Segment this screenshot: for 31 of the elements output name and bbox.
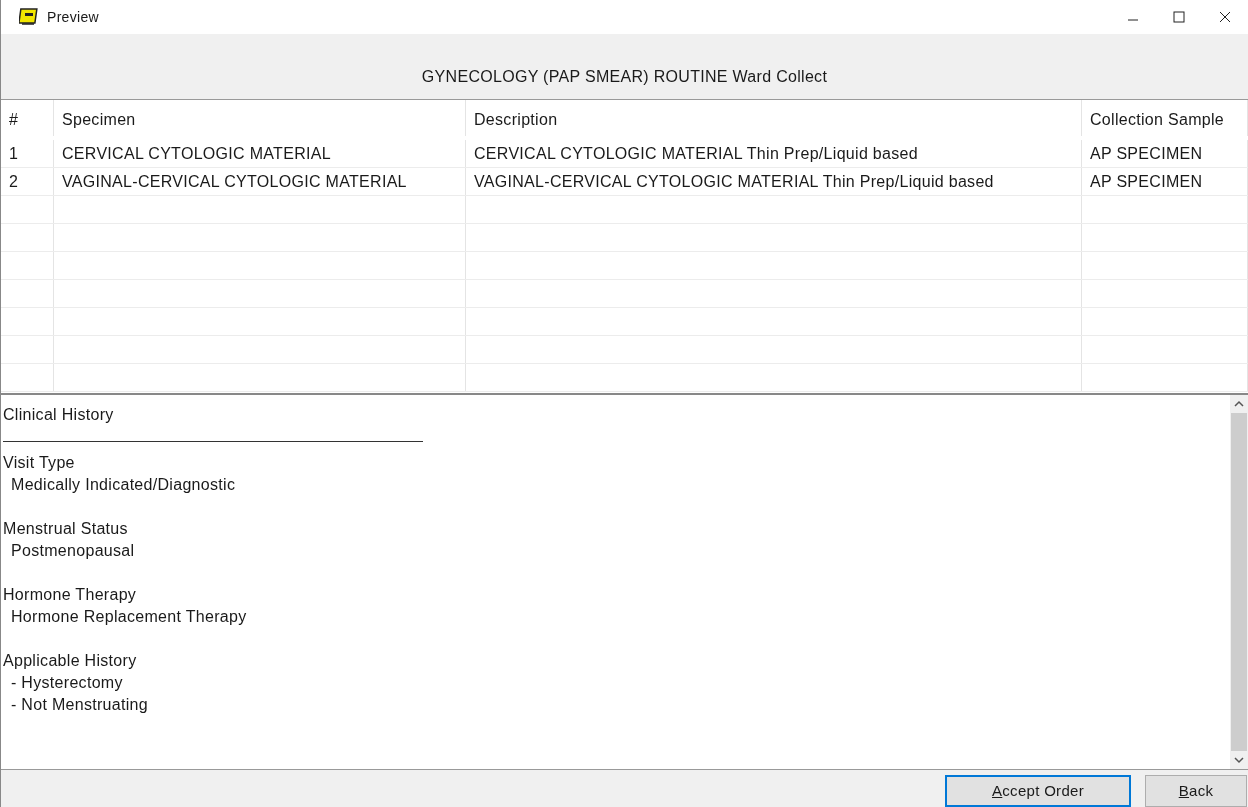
table-cell-text: CERVICAL CYTOLOGIC MATERIAL	[62, 143, 331, 164]
history-value: Medically Indicated/Diagnostic	[10, 475, 236, 495]
close-icon	[1219, 11, 1231, 23]
table-cell-text: CERVICAL CYTOLOGIC MATERIAL Thin Prep/Liquid based	[474, 143, 918, 164]
table-cell-text: AP SPECIMEN	[1090, 171, 1203, 192]
history-heading: Menstrual Status	[3, 519, 128, 539]
history-heading: Visit Type	[3, 453, 75, 473]
history-heading: Hormone Therapy	[3, 585, 137, 605]
table-cell-text: 2	[9, 171, 19, 192]
table-cell-text: 1	[9, 143, 19, 164]
table-cell-text: AP SPECIMEN	[1090, 143, 1203, 164]
scrollbar[interactable]	[1230, 395, 1248, 769]
header-banner: GYNECOLOGY (PAP SMEAR) ROUTINE Ward Collect	[1, 34, 1248, 100]
history-heading: Applicable History	[3, 651, 137, 671]
back-button[interactable]: Back	[1145, 775, 1247, 807]
minimize-icon	[1127, 19, 1139, 21]
history-value: Postmenopausal	[10, 541, 135, 561]
section-title: Clinical History	[3, 405, 114, 425]
column-header: Description	[474, 110, 558, 130]
history-value: Hormone Replacement Therapy	[10, 607, 247, 627]
history-value: - Not Menstruating	[10, 695, 148, 715]
table-cell-text: VAGINAL-CERVICAL CYTOLOGIC MATERIAL	[62, 171, 407, 192]
window-title: Preview	[47, 7, 99, 27]
history-value: - Hysterectomy	[10, 673, 123, 693]
column-header: Specimen	[62, 110, 136, 130]
table-cell-text: VAGINAL-CERVICAL CYTOLOGIC MATERIAL Thin Prep/Liquid based	[474, 171, 994, 192]
maximize-icon	[1173, 11, 1185, 23]
app-icon	[19, 8, 39, 26]
column-header: #	[9, 110, 19, 130]
accept-order-button[interactable]: Accept Order	[945, 775, 1131, 807]
column-header: Collection Sample	[1090, 110, 1225, 130]
